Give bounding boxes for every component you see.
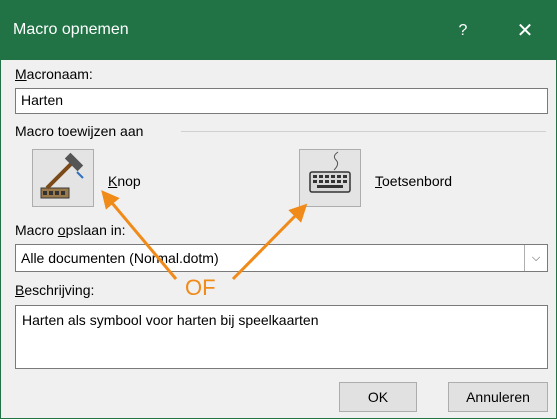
arrow-to-knop [101,190,178,280]
arrow-to-keyboard [231,203,308,281]
macro-dialog: Macro opnemen ? ✕ Macronaam: Harten Macr… [0,0,557,419]
annotation-of-text: OF [185,275,216,300]
annotation-arrows [101,190,308,281]
